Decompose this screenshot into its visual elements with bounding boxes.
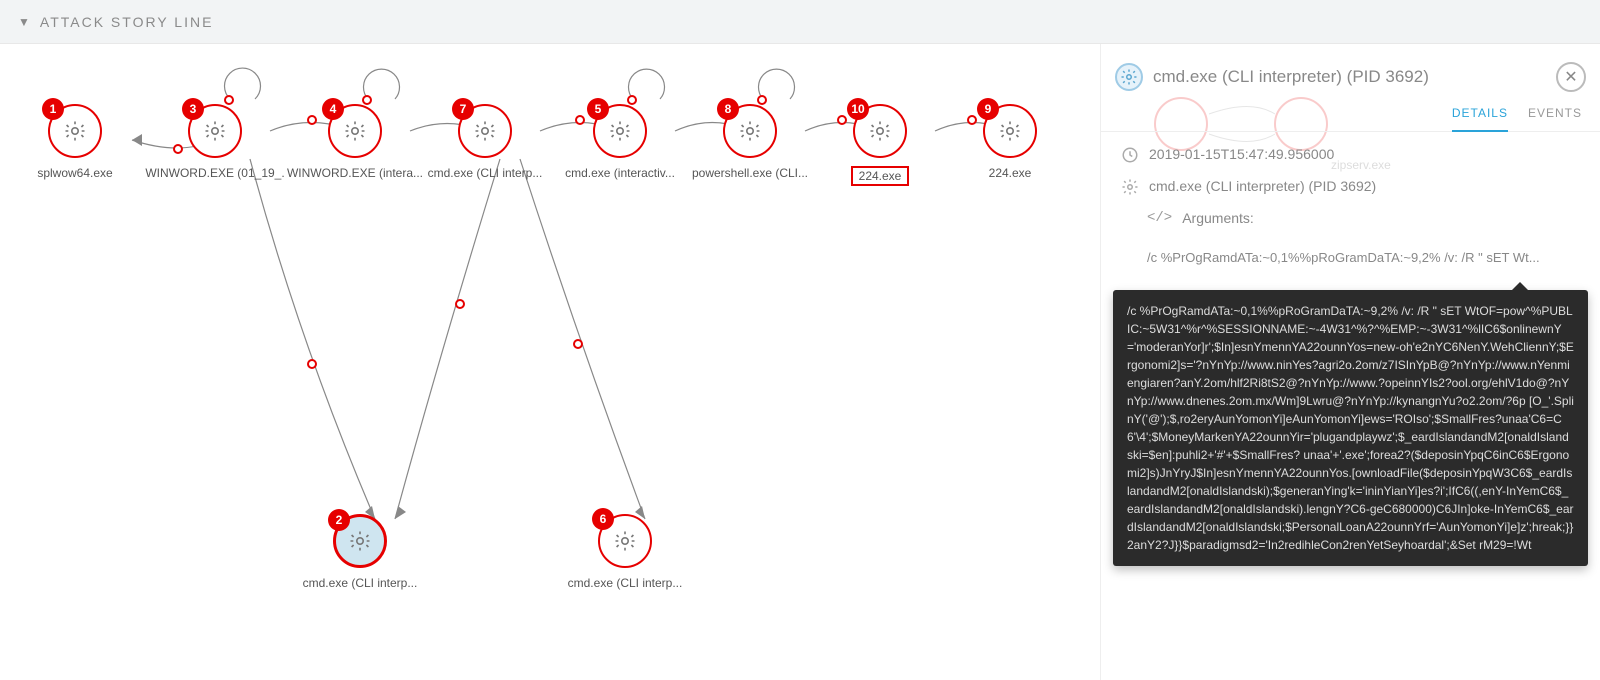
arguments-tooltip: /c %PrOgRamdATa:~0,1%%pRoGramDaTA:~9,2% … — [1113, 290, 1588, 566]
attack-graph[interactable]: 1 splwow64.exe 3 WINWORD.EXE (01_19_. 4 WIN… — [0, 44, 1100, 680]
node-badge: 2 — [328, 509, 350, 531]
panel-header: cmd.exe (CLI interpreter) (PID 3692) ✕ — [1101, 56, 1600, 96]
process-node[interactable]: 6 cmd.exe (CLI interp... — [555, 514, 695, 590]
panel-body: 2019-01-15T15:47:49.956000 cmd.exe (CLI … — [1101, 132, 1600, 285]
timestamp-row: 2019-01-15T15:47:49.956000 — [1121, 146, 1580, 164]
node-badge: 8 — [717, 98, 739, 120]
process-node[interactable]: 8 powershell.exe (CLI... — [680, 104, 820, 180]
process-node-circle[interactable]: 6 — [598, 514, 652, 568]
process-node-circle[interactable]: 2 — [333, 514, 387, 568]
section-header[interactable]: ▼ ATTACK STORY LINE — [0, 0, 1600, 44]
clock-icon — [1121, 146, 1139, 164]
node-label: WINWORD.EXE (01_19_. — [145, 166, 285, 180]
process-node[interactable]: 3 WINWORD.EXE (01_19_. — [145, 104, 285, 180]
timestamp-value: 2019-01-15T15:47:49.956000 — [1149, 146, 1334, 162]
process-node[interactable]: 9 224.exe — [940, 104, 1080, 180]
arguments-value-short[interactable]: /c %PrOgRamdATa:~0,1%%pRoGramDaTA:~9,2% … — [1147, 250, 1567, 265]
process-node[interactable]: 7 cmd.exe (CLI interp... — [415, 104, 555, 180]
node-badge: 7 — [452, 98, 474, 120]
main-area: 1 splwow64.exe 3 WINWORD.EXE (01_19_. 4 WIN… — [0, 44, 1600, 680]
node-badge: 1 — [42, 98, 64, 120]
process-row: cmd.exe (CLI interpreter) (PID 3692) — [1121, 178, 1580, 196]
process-node-circle[interactable]: 3 — [188, 104, 242, 158]
section-title: ATTACK STORY LINE — [40, 14, 214, 30]
process-node[interactable]: 1 splwow64.exe — [5, 104, 145, 180]
node-label: cmd.exe (CLI interp... — [555, 576, 695, 590]
process-node[interactable]: 2 cmd.exe (CLI interp... — [290, 514, 430, 590]
tab-events[interactable]: EVENTS — [1528, 100, 1582, 131]
node-label: splwow64.exe — [5, 166, 145, 180]
arguments-label: Arguments: — [1182, 210, 1254, 226]
details-panel: zipserv.exe cmd.exe (CLI interpreter) (P… — [1100, 44, 1600, 680]
process-node[interactable]: 10 224.exe — [810, 104, 950, 191]
process-node[interactable]: 4 WINWORD.EXE (intera... — [285, 104, 425, 180]
collapse-caret-icon[interactable]: ▼ — [18, 15, 30, 29]
node-label: WINWORD.EXE (intera... — [285, 166, 425, 180]
node-label: 224.exe — [940, 166, 1080, 180]
node-badge: 6 — [592, 508, 614, 530]
process-node-circle[interactable]: 7 — [458, 104, 512, 158]
panel-tabs: DETAILS EVENTS — [1101, 96, 1600, 132]
node-label: cmd.exe (CLI interp... — [415, 166, 555, 180]
process-node[interactable]: 5 cmd.exe (interactiv... — [550, 104, 690, 180]
tab-details[interactable]: DETAILS — [1452, 100, 1508, 132]
process-node-circle[interactable]: 9 — [983, 104, 1037, 158]
panel-title: cmd.exe (CLI interpreter) (PID 3692) — [1153, 67, 1556, 87]
process-node-circle[interactable]: 10 — [853, 104, 907, 158]
node-label: 224.exe — [851, 166, 910, 186]
process-node-circle[interactable]: 4 — [328, 104, 382, 158]
process-gear-icon — [1115, 63, 1143, 91]
node-label: powershell.exe (CLI... — [680, 166, 820, 180]
node-badge: 10 — [847, 98, 869, 120]
process-node-circle[interactable]: 8 — [723, 104, 777, 158]
code-icon: </> — [1147, 210, 1172, 226]
process-value: cmd.exe (CLI interpreter) (PID 3692) — [1149, 178, 1376, 194]
gear-icon — [1121, 178, 1139, 196]
node-label: cmd.exe (interactiv... — [550, 166, 690, 180]
node-badge: 9 — [977, 98, 999, 120]
process-node-circle[interactable]: 5 — [593, 104, 647, 158]
node-badge: 4 — [322, 98, 344, 120]
node-badge: 3 — [182, 98, 204, 120]
process-node-circle[interactable]: 1 — [48, 104, 102, 158]
node-badge: 5 — [587, 98, 609, 120]
close-button[interactable]: ✕ — [1556, 62, 1586, 92]
arguments-row: </> Arguments: — [1121, 210, 1580, 236]
node-label: cmd.exe (CLI interp... — [290, 576, 430, 590]
